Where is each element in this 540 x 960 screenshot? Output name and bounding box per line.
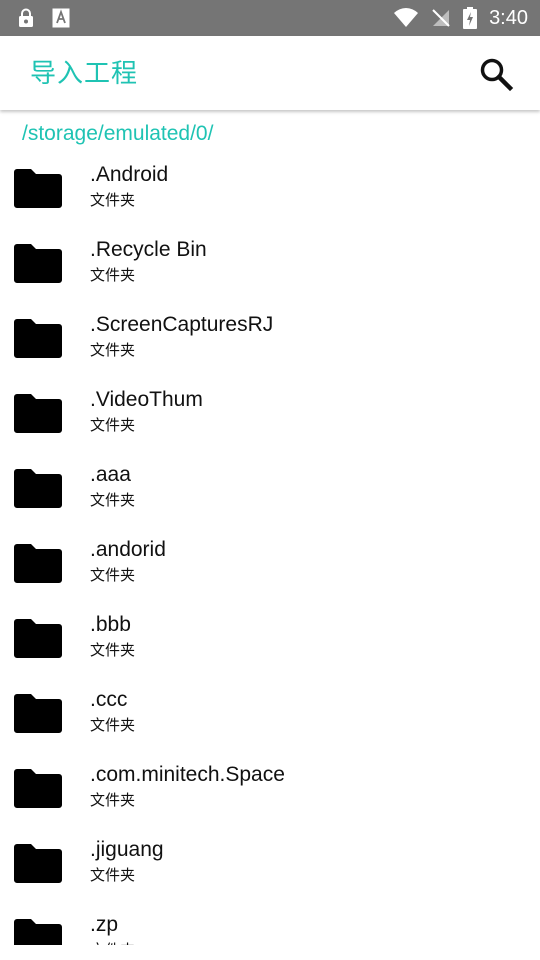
file-name: .VideoThum (90, 388, 203, 411)
file-type: 文件夹 (90, 567, 136, 584)
folder-icon (14, 468, 62, 508)
folder-icon (14, 543, 62, 583)
status-left-icons (18, 8, 70, 28)
list-item[interactable]: .Recycle Bin 文件夹 (0, 233, 540, 308)
folder-icon (14, 168, 62, 208)
folder-icon (14, 693, 62, 733)
font-a-icon (52, 8, 70, 28)
file-type: 文件夹 (90, 792, 136, 809)
app-bar: 导入工程 (0, 36, 540, 110)
status-time: 3:40 (489, 7, 528, 29)
lock-icon (19, 8, 33, 27)
list-item[interactable]: .andorid 文件夹 (0, 533, 540, 608)
search-button[interactable] (478, 56, 514, 92)
search-icon (480, 58, 514, 92)
file-type: 文件夹 (90, 717, 136, 734)
page-title: 导入工程 (30, 58, 139, 88)
list-item[interactable]: .jiguang 文件夹 (0, 833, 540, 908)
list-item[interactable]: .bbb 文件夹 (0, 608, 540, 683)
list-item[interactable]: .ScreenCapturesRJ 文件夹 (0, 308, 540, 383)
file-type: 文件夹 (90, 417, 136, 434)
list-item[interactable]: .VideoThum 文件夹 (0, 383, 540, 458)
list-item[interactable]: .ccc 文件夹 (0, 683, 540, 758)
folder-icon (14, 318, 62, 358)
file-name: .ScreenCapturesRJ (90, 313, 274, 336)
file-name: .ccc (90, 688, 128, 711)
file-name: .Android (90, 163, 169, 186)
file-type: 文件夹 (90, 942, 135, 945)
file-name: .andorid (90, 538, 166, 561)
list-item[interactable]: .Android 文件夹 (0, 158, 540, 233)
battery-charging-icon (463, 7, 478, 29)
file-name: .com.minitech.Space (90, 763, 285, 786)
file-name: .Recycle Bin (90, 238, 207, 261)
file-type: 文件夹 (90, 342, 136, 359)
file-type: 文件夹 (90, 192, 136, 209)
no-sim-icon (432, 9, 450, 27)
list-item[interactable]: .aaa 文件夹 (0, 458, 540, 533)
file-type: 文件夹 (90, 867, 136, 884)
file-type: 文件夹 (90, 492, 136, 509)
folder-icon (14, 393, 62, 433)
folder-icon (14, 243, 62, 283)
wifi-icon (394, 8, 419, 27)
current-path[interactable]: /storage/emulated/0/ (22, 120, 213, 148)
file-list: .Android 文件夹 .Recycle Bin 文件夹 .ScreenCapture… (0, 158, 540, 945)
file-name: .bbb (90, 613, 131, 636)
folder-icon (14, 843, 62, 883)
file-name: .zp (90, 913, 119, 936)
folder-icon (14, 768, 62, 808)
file-name: .aaa (90, 463, 131, 486)
file-type: 文件夹 (90, 642, 136, 659)
status-bar: 3:40 (0, 0, 540, 36)
folder-icon (14, 618, 62, 658)
folder-icon (14, 918, 62, 945)
status-right: 3:40 (393, 6, 528, 30)
file-name: .jiguang (90, 838, 164, 861)
list-item[interactable]: .com.minitech.Space 文件夹 (0, 758, 540, 833)
file-type: 文件夹 (90, 267, 136, 284)
list-item[interactable]: .zp 文件夹 (0, 908, 540, 945)
